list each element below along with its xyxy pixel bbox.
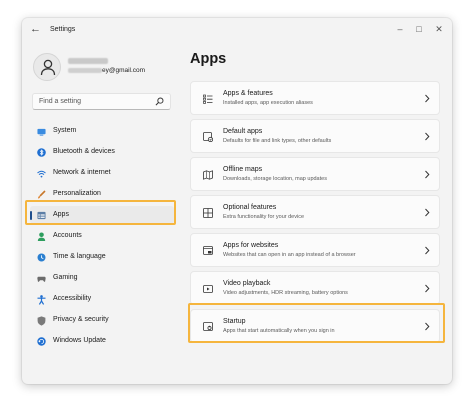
profile-email-suffix: ey@gmail.com	[102, 67, 146, 74]
sidebar-item-gaming[interactable]: Gaming	[30, 269, 174, 287]
default-apps-icon	[203, 132, 213, 142]
chevron-right-icon	[425, 170, 430, 179]
web-app-icon	[203, 246, 213, 255]
card-title: Optional features	[223, 204, 277, 211]
profile-name-redacted	[68, 58, 108, 64]
window-title: Settings	[50, 26, 76, 33]
card-description: Websites that can open in an app instead…	[223, 252, 356, 258]
card-title: Apps for websites	[223, 242, 279, 249]
chevron-right-icon	[425, 322, 430, 331]
sidebar-item-personalization[interactable]: Personalization	[30, 185, 174, 203]
back-arrow-icon[interactable]: ←	[30, 23, 42, 35]
profile-email: ey@gmail.com	[68, 67, 145, 74]
card-title: Apps & features	[223, 90, 273, 97]
optional-features-icon	[203, 208, 213, 218]
map-icon	[203, 170, 213, 180]
card-description: Installed apps, app execution aliases	[223, 100, 313, 106]
card-description: Apps that start automatically when you s…	[223, 328, 335, 334]
card-video-playback[interactable]: Video playback Video adjustments, HDR st…	[190, 271, 440, 305]
sidebar-item-network[interactable]: Network & internet	[30, 164, 174, 182]
sidebar-item-time-language[interactable]: Time & language	[30, 248, 174, 266]
chevron-right-icon	[425, 246, 430, 255]
card-apps-for-websites[interactable]: Apps for websites Websites that can open…	[190, 233, 440, 267]
sidebar-item-system[interactable]: System	[30, 122, 174, 140]
sidebar-item-label: Personalization	[53, 190, 101, 197]
video-icon	[203, 285, 213, 293]
brush-icon	[37, 190, 46, 199]
card-title: Offline maps	[223, 166, 263, 173]
sidebar-item-label: Time & language	[53, 253, 106, 260]
settings-window: ← Settings – □ ✕ ey@gmail.com Find a set…	[22, 18, 452, 384]
apps-list-icon	[203, 94, 213, 104]
minimize-icon[interactable]: –	[393, 22, 407, 36]
sidebar-item-apps[interactable]: Apps	[30, 206, 174, 224]
system-icon	[37, 127, 46, 136]
close-icon[interactable]: ✕	[432, 22, 446, 36]
update-icon	[37, 337, 46, 346]
active-indicator	[30, 211, 32, 220]
sidebar-item-bluetooth[interactable]: Bluetooth & devices	[30, 143, 174, 161]
sidebar-item-label: Gaming	[53, 274, 78, 281]
sidebar-item-label: Accounts	[53, 232, 82, 239]
card-title: Startup	[223, 318, 246, 325]
user-icon	[40, 59, 56, 76]
sidebar-item-label: Bluetooth & devices	[53, 148, 115, 155]
gaming-icon	[37, 274, 46, 283]
sidebar-item-label: Windows Update	[53, 337, 106, 344]
search-placeholder: Find a setting	[39, 98, 82, 105]
sidebar-item-windows-update[interactable]: Windows Update	[30, 332, 174, 350]
sidebar-item-accounts[interactable]: Accounts	[30, 227, 174, 245]
card-default-apps[interactable]: Default apps Defaults for file and link …	[190, 119, 440, 153]
avatar[interactable]	[33, 53, 61, 81]
card-title: Video playback	[223, 280, 271, 287]
sidebar-item-label: Accessibility	[53, 295, 92, 302]
card-description: Video adjustments, HDR streaming, batter…	[223, 290, 348, 296]
card-optional-features[interactable]: Optional features Extra functionality fo…	[190, 195, 440, 229]
card-description: Downloads, storage location, map updates	[223, 176, 327, 182]
sidebar-item-label: Apps	[53, 211, 69, 218]
network-icon	[37, 169, 46, 178]
card-startup[interactable]: Startup Apps that start automatically wh…	[190, 309, 440, 343]
email-redacted	[68, 67, 102, 73]
bluetooth-icon	[37, 148, 46, 157]
apps-icon	[37, 211, 46, 220]
card-description: Defaults for file and link types, other …	[223, 138, 332, 144]
sidebar-item-label: Privacy & security	[53, 316, 109, 323]
globe-clock-icon	[37, 253, 46, 262]
startup-icon	[203, 322, 213, 331]
sidebar-item-accessibility[interactable]: Accessibility	[30, 290, 174, 308]
accounts-icon	[37, 232, 46, 241]
accessibility-icon	[37, 294, 46, 305]
chevron-right-icon	[425, 132, 430, 141]
card-offline-maps[interactable]: Offline maps Downloads, storage location…	[190, 157, 440, 191]
card-description: Extra functionality for your device	[223, 214, 305, 220]
maximize-icon[interactable]: □	[412, 22, 426, 36]
sidebar-item-label: Network & internet	[53, 169, 111, 176]
chevron-right-icon	[425, 94, 430, 103]
chevron-right-icon	[425, 208, 430, 217]
title-bar: ← Settings – □ ✕	[22, 18, 452, 42]
card-apps-features[interactable]: Apps & features Installed apps, app exec…	[190, 81, 440, 115]
sidebar-item-label: System	[53, 127, 77, 134]
page-title: Apps	[190, 51, 227, 67]
card-title: Default apps	[223, 128, 263, 135]
search-icon	[155, 97, 164, 106]
search-input[interactable]: Find a setting	[32, 93, 171, 110]
shield-icon	[37, 315, 46, 326]
sidebar-item-privacy-security[interactable]: Privacy & security	[30, 311, 174, 329]
chevron-right-icon	[425, 284, 430, 293]
